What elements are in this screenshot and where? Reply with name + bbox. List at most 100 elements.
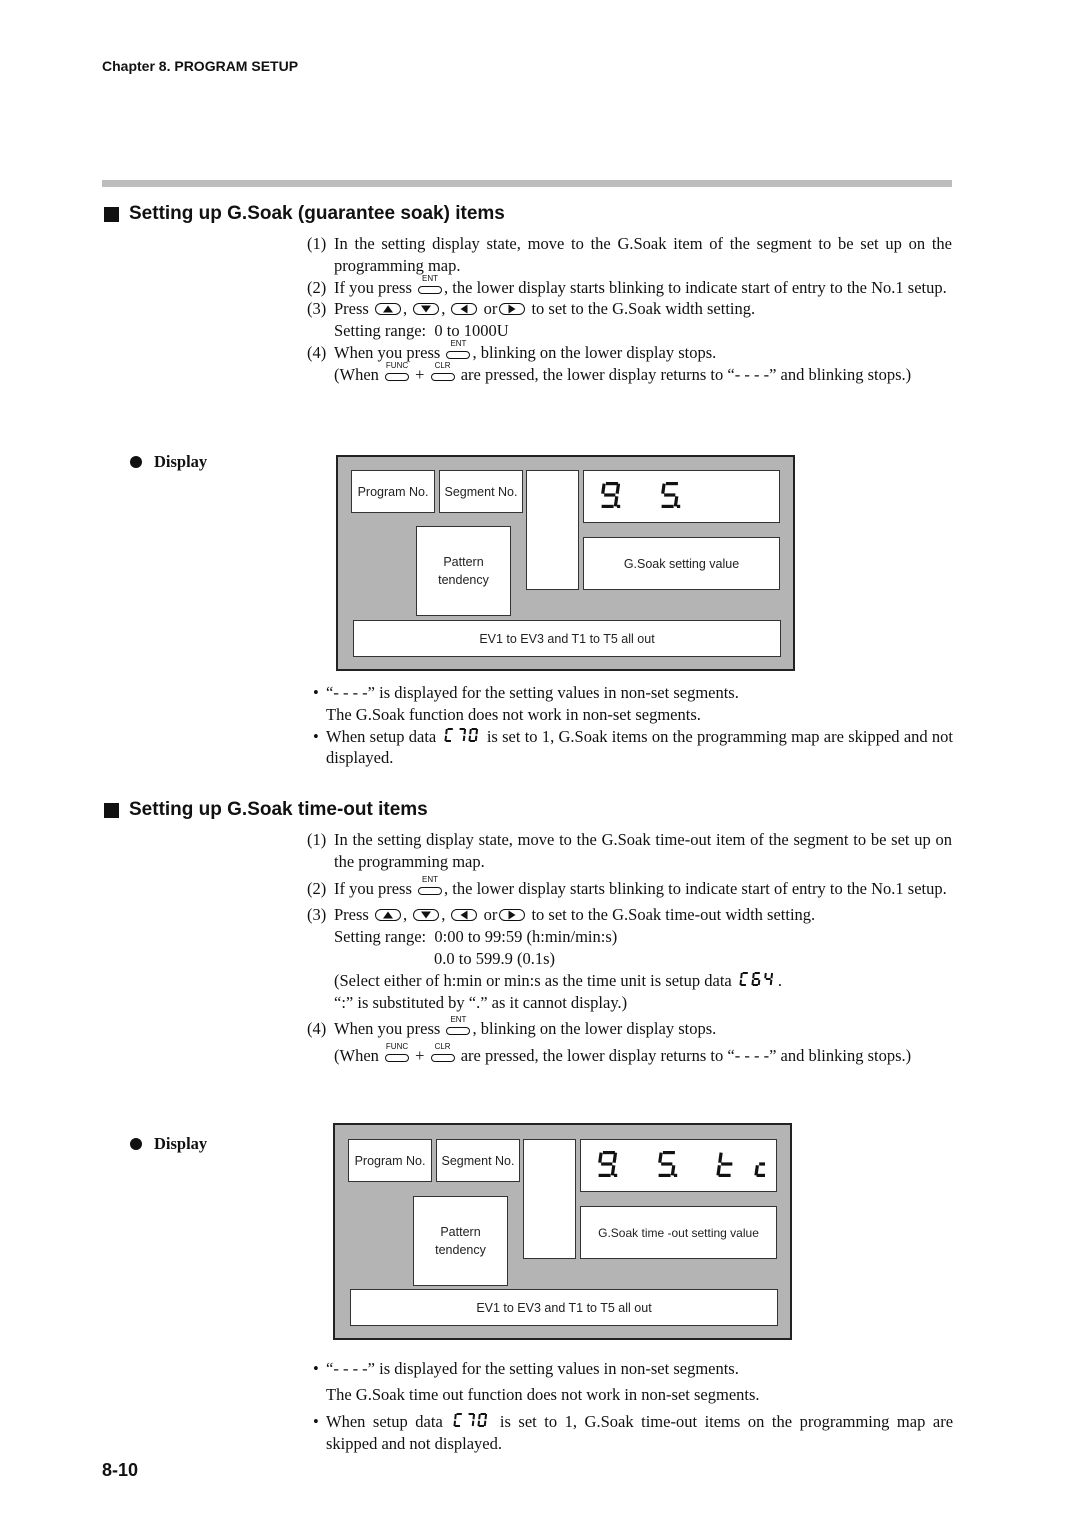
segment-stroke	[752, 972, 755, 979]
step-3: (3) Press , , or to set to the G.Soak wi…	[307, 299, 756, 341]
segment-no-box: Segment No.	[436, 1139, 520, 1182]
seven-segment-readout	[598, 1150, 765, 1177]
right-arrow-key-icon	[499, 303, 526, 316]
display-label-1: Display	[130, 452, 207, 472]
segment-dot	[617, 504, 621, 508]
lower-display: G.Soak time -out setting value	[580, 1206, 777, 1259]
clr-key-icon: CLR	[430, 1043, 455, 1063]
ent-key-icon: ENT	[446, 1016, 471, 1036]
ent-key-icon: ENT	[446, 339, 471, 359]
segment-stroke	[661, 482, 666, 494]
header-rule	[102, 180, 952, 187]
ent-key-icon: ENT	[418, 875, 443, 895]
segment-stroke	[601, 482, 606, 494]
black-circle-icon	[130, 1138, 142, 1150]
black-square-icon	[104, 206, 119, 222]
setup-code-c70-icon	[453, 1413, 488, 1427]
black-circle-icon	[130, 456, 142, 468]
step-3: (3) Press , , or to set to the G.Soak ti…	[307, 905, 816, 1012]
notes-gsoak: • “- - - -” is displayed for the setting…	[313, 682, 953, 769]
step-2: (2) If you press ENT, the lower display …	[307, 273, 947, 297]
segment-stroke	[740, 972, 743, 979]
func-key-icon: FUNC	[385, 361, 410, 381]
segment-stroke	[718, 1151, 723, 1163]
segment-dot	[677, 504, 681, 508]
note-item: • When setup data is set to 1, G.Soak it…	[313, 726, 954, 768]
page-number: 8-10	[102, 1460, 139, 1480]
segment-stroke	[468, 728, 472, 735]
segment-dot	[614, 1173, 618, 1177]
setup-code-c70-icon	[443, 727, 478, 742]
step-4: (4) When you press ENT, blinking on the …	[307, 1015, 912, 1066]
segment-stroke	[462, 735, 465, 741]
segment-stroke	[454, 1413, 458, 1420]
event-display: EV1 to EV3 and T1 to T5 all out	[350, 1289, 778, 1326]
segment-stroke	[472, 1420, 475, 1427]
step-4: (4) When you press ENT, blinking on the …	[307, 338, 912, 384]
up-arrow-key-icon	[374, 909, 401, 922]
note-item: • “- - - -” is displayed for the setting…	[313, 683, 739, 724]
clr-key-icon: CLR	[430, 361, 455, 381]
segment-stroke	[754, 1164, 759, 1176]
step-2: (2) If you press ENT, the lower display …	[307, 874, 947, 898]
upper-display	[583, 470, 780, 523]
segment-dot	[674, 1173, 678, 1177]
program-no-box: Program No.	[348, 1139, 432, 1182]
notes-gsoak-timeout: • “- - - -” is displayed for the setting…	[313, 1356, 953, 1455]
up-arrow-key-icon	[374, 303, 401, 316]
segment-stroke	[610, 1164, 616, 1176]
segment-stroke	[467, 735, 471, 741]
segment-stroke	[598, 1151, 603, 1163]
black-square-icon	[104, 802, 119, 818]
segment-stroke	[764, 972, 767, 979]
down-arrow-key-icon	[413, 303, 440, 316]
chapter-header: Chapter 8. PROGRAM SETUP	[102, 58, 299, 74]
program-no-box: Program No.	[351, 470, 435, 513]
steps-gsoak-timeout: (1) In the setting display state, move t…	[307, 829, 952, 1067]
steps-gsoak: (1) In the setting display state, move t…	[307, 233, 952, 386]
section-title-text: Setting up G.Soak time-out items	[129, 799, 428, 820]
segment-stroke	[673, 495, 679, 507]
left-arrow-key-icon	[451, 909, 478, 922]
setup-code-c64-icon	[739, 971, 773, 986]
right-arrow-key-icon	[499, 909, 526, 922]
section-title-gsoak-timeout: Setting up G.Soak time-out items	[104, 799, 428, 821]
segment-stroke	[475, 728, 478, 735]
controller-display-panel-2: Program No. Segment No. Pattern tendency…	[333, 1123, 792, 1340]
func-key-icon: FUNC	[385, 1043, 410, 1063]
pattern-tendency-box: Pattern tendency	[413, 1196, 508, 1286]
controller-display-panel-1: Program No. Segment No. Pattern tendency…	[336, 455, 795, 671]
segment-stroke	[658, 1151, 663, 1163]
segment-stroke	[463, 728, 466, 735]
segment-stroke	[757, 979, 761, 985]
segment-stroke	[670, 1164, 676, 1176]
lower-display: G.Soak setting value	[583, 537, 780, 590]
left-arrow-key-icon	[451, 303, 478, 316]
segment-stroke	[477, 1420, 481, 1427]
event-display: EV1 to EV3 and T1 to T5 all out	[353, 620, 781, 657]
segment-stroke	[769, 979, 773, 985]
pattern-tendency-box: Pattern tendency	[416, 526, 511, 616]
seven-segment-readout	[601, 481, 681, 508]
segment-stroke	[478, 1413, 482, 1420]
segment-stroke	[613, 495, 619, 507]
note-item: • “- - - -” is displayed for the setting…	[313, 1359, 760, 1404]
step-1: (1) In the setting display state, move t…	[307, 830, 952, 871]
segment-stroke	[770, 972, 773, 979]
down-arrow-key-icon	[413, 909, 440, 922]
segment-stroke	[444, 728, 448, 735]
section-title-text: Setting up G.Soak (guarantee soak) items	[129, 203, 505, 224]
section-title-gsoak: Setting up G.Soak (guarantee soak) items	[104, 203, 505, 225]
segment-stroke	[474, 735, 477, 741]
note-item: • When setup data is set to 1, G.Soak ti…	[313, 1412, 954, 1453]
blank-indicator-box	[526, 470, 579, 590]
segment-stroke	[615, 482, 621, 494]
segment-stroke	[484, 1420, 487, 1427]
blank-indicator-box	[523, 1139, 576, 1259]
step-1: (1) In the setting display state, move t…	[307, 234, 952, 275]
segment-stroke	[484, 1413, 488, 1420]
segment-stroke	[612, 1151, 618, 1163]
segment-stroke	[472, 1413, 476, 1420]
ent-key-icon: ENT	[418, 274, 443, 294]
display-label-2: Display	[130, 1134, 207, 1154]
